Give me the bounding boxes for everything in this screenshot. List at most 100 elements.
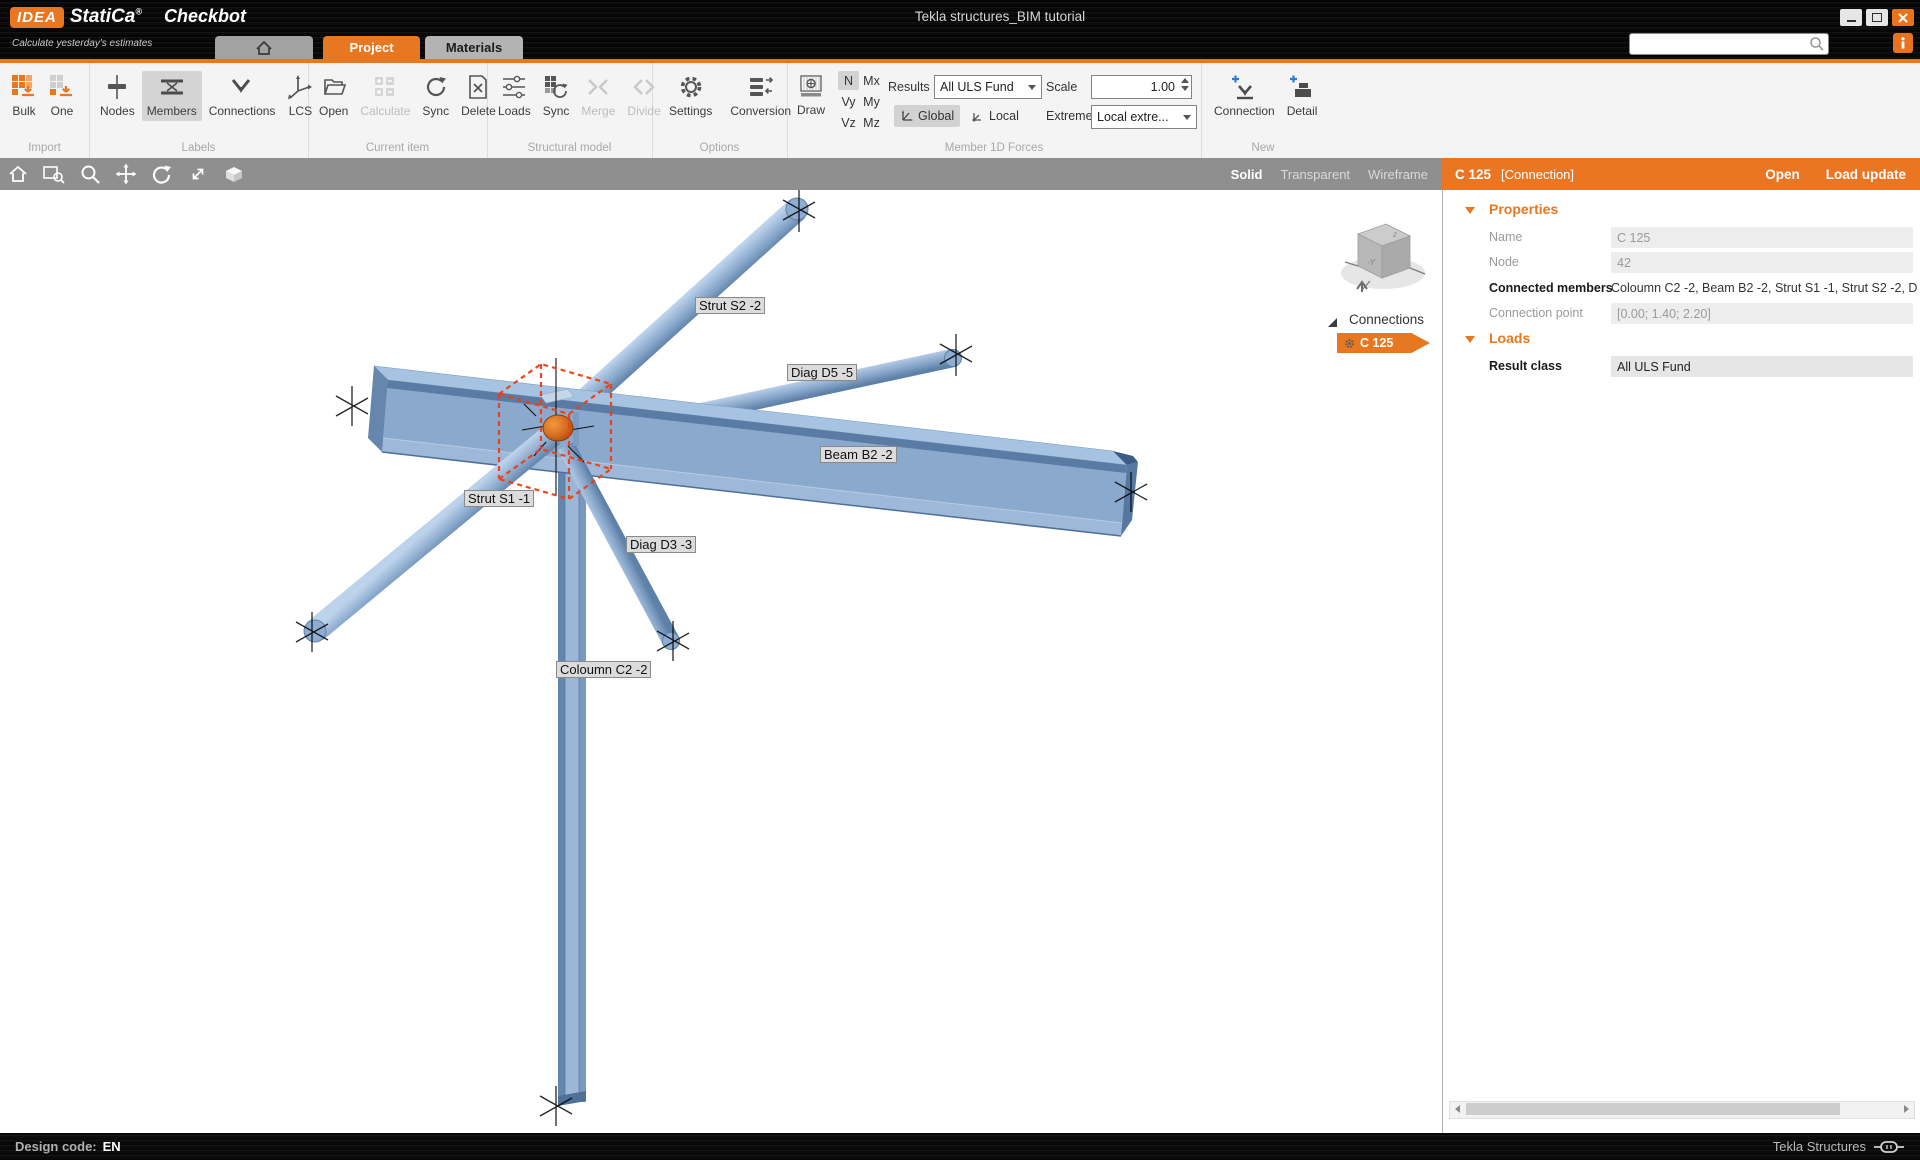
merge-button: Merge xyxy=(576,71,620,121)
ribbon-group-labels: Nodes Members Connections xyxy=(89,63,309,158)
zoom-window-icon xyxy=(42,163,66,185)
global-toggle[interactable]: Global xyxy=(894,105,960,127)
extreme-dropdown[interactable]: Local extre... xyxy=(1091,105,1197,129)
maximize-button[interactable] xyxy=(1866,9,1888,26)
viewport-toolbar: Solid Transparent Wireframe xyxy=(0,158,1442,190)
new-detail-button[interactable]: Detail xyxy=(1282,71,1323,121)
design-code-value: EN xyxy=(103,1139,121,1154)
search-icon[interactable] xyxy=(1809,36,1825,52)
conversion-button[interactable]: Conversion xyxy=(725,71,796,121)
mode-wireframe[interactable]: Wireframe xyxy=(1368,167,1428,182)
view-cube[interactable]: -Y z xyxy=(1337,215,1429,299)
calculate-button: Calculate xyxy=(355,71,415,121)
open-connection-button[interactable]: Open xyxy=(1765,167,1800,182)
chevron-down-icon xyxy=(1028,85,1036,90)
toggle-vy[interactable]: Vy xyxy=(838,92,859,111)
tab-home[interactable] xyxy=(215,36,313,59)
sync-icon xyxy=(423,74,449,100)
scroll-right-button[interactable] xyxy=(1899,1102,1914,1116)
scroll-left-button[interactable] xyxy=(1450,1102,1465,1116)
label-diag-d3[interactable]: Diag D3 -3 xyxy=(626,536,696,553)
scale-input[interactable]: 1.00 xyxy=(1091,75,1192,99)
svg-text:z: z xyxy=(1392,230,1397,239)
collapse-loads-icon[interactable] xyxy=(1465,336,1475,343)
member-beam-b2[interactable] xyxy=(368,366,1138,536)
connection-point-field: [0.00; 1.40; 2.20] xyxy=(1611,303,1913,324)
group-label-structural-model: Structural model xyxy=(487,142,652,154)
magnifier-icon xyxy=(79,163,101,185)
zoom-fit-button[interactable] xyxy=(180,158,216,190)
tree-item-c125[interactable]: C 125 xyxy=(1337,333,1430,353)
toggle-vz[interactable]: Vz xyxy=(838,113,859,132)
mode-transparent[interactable]: Transparent xyxy=(1280,167,1350,182)
draw-button[interactable]: Draw xyxy=(792,70,830,120)
members-button[interactable]: Members xyxy=(142,71,202,121)
toggle-mz[interactable]: Mz xyxy=(861,113,882,132)
mode-solid[interactable]: Solid xyxy=(1231,167,1263,182)
one-button[interactable]: One xyxy=(44,71,80,121)
bulk-button[interactable]: Bulk xyxy=(6,71,42,121)
label-diag-d5[interactable]: Diag D5 -5 xyxy=(787,364,857,381)
pan-button[interactable] xyxy=(108,158,144,190)
member-column-c2[interactable] xyxy=(558,468,586,1106)
loads-button[interactable]: Loads xyxy=(493,71,536,121)
close-icon xyxy=(1898,13,1908,23)
model-viewport[interactable]: Strut S2 -2 Diag D5 -5 Beam B2 -2 Strut … xyxy=(0,190,1442,1133)
tree-connections[interactable]: Connections xyxy=(1349,312,1424,327)
search-input[interactable] xyxy=(1630,37,1809,51)
solid-box-icon xyxy=(222,163,246,185)
group-label-import: Import xyxy=(0,142,89,154)
scrollbar-thumb[interactable] xyxy=(1466,1103,1840,1115)
tab-project[interactable]: Project xyxy=(323,36,420,59)
toggle-mx[interactable]: Mx xyxy=(861,71,882,90)
maximize-icon xyxy=(1872,13,1882,22)
result-class-field[interactable]: All ULS Fund xyxy=(1611,356,1913,377)
structural-model-canvas[interactable] xyxy=(0,190,1442,1133)
label-column-c2[interactable]: Coloumn C2 -2 xyxy=(556,661,651,678)
settings-button[interactable]: Settings xyxy=(664,71,717,121)
local-toggle[interactable]: Local xyxy=(965,105,1025,127)
connection-header: C 125 [Connection] Open Load update xyxy=(1442,158,1920,190)
new-connection-button[interactable]: Connection xyxy=(1209,71,1280,121)
sync-model-icon xyxy=(543,74,569,100)
label-strut-s2[interactable]: Strut S2 -2 xyxy=(695,297,765,314)
load-update-button[interactable]: Load update xyxy=(1826,167,1906,182)
tab-materials[interactable]: Materials xyxy=(425,36,523,59)
ribbon-group-new: Connection Detail New xyxy=(1201,63,1325,158)
results-dropdown[interactable]: All ULS Fund xyxy=(934,75,1042,99)
pan-arrows-icon xyxy=(115,163,137,185)
toggle-n[interactable]: N xyxy=(838,71,859,90)
close-button[interactable] xyxy=(1892,9,1914,26)
rotate-button[interactable] xyxy=(144,158,180,190)
label-beam-b2[interactable]: Beam B2 -2 xyxy=(820,446,897,463)
panel-horizontal-scrollbar[interactable] xyxy=(1449,1101,1915,1119)
toggle-my[interactable]: My xyxy=(861,92,882,111)
collapse-properties-icon[interactable] xyxy=(1465,207,1475,214)
app-logo: IDEA StatiCa® Checkbot xyxy=(10,6,246,28)
nodes-button[interactable]: Nodes xyxy=(95,71,140,121)
node-label: Node xyxy=(1489,255,1519,269)
loads-section-header[interactable]: Loads xyxy=(1489,330,1530,346)
connections-button[interactable]: Connections xyxy=(204,71,281,121)
sync-structural-button[interactable]: Sync xyxy=(538,71,575,121)
tree-expander-icon[interactable] xyxy=(1328,318,1337,327)
zoom-button[interactable] xyxy=(72,158,108,190)
properties-section-header[interactable]: Properties xyxy=(1489,201,1558,217)
label-strut-s1[interactable]: Strut S1 -1 xyxy=(464,490,534,507)
scroll-left-icon xyxy=(1455,1105,1460,1113)
scale-spinner[interactable] xyxy=(1181,78,1189,91)
window-title: Tekla structures_BIM tutorial xyxy=(720,9,1280,24)
open-button[interactable]: Open xyxy=(314,71,353,121)
ribbon-group-options: Settings Conversion Options xyxy=(652,63,788,158)
minimize-button[interactable] xyxy=(1840,9,1862,26)
solid-view-button[interactable] xyxy=(216,158,252,190)
sync-current-button[interactable]: Sync xyxy=(417,71,454,121)
zoom-window-button[interactable] xyxy=(36,158,72,190)
loads-sliders-icon xyxy=(501,74,527,100)
result-class-label: Result class xyxy=(1489,359,1562,373)
home-view-button[interactable] xyxy=(0,158,36,190)
info-button[interactable] xyxy=(1893,33,1913,53)
group-label-member-1d-forces: Member 1D Forces xyxy=(787,142,1201,154)
spinner-up-icon xyxy=(1181,78,1189,83)
ribbon-group-import: Bulk One Import xyxy=(0,63,90,158)
